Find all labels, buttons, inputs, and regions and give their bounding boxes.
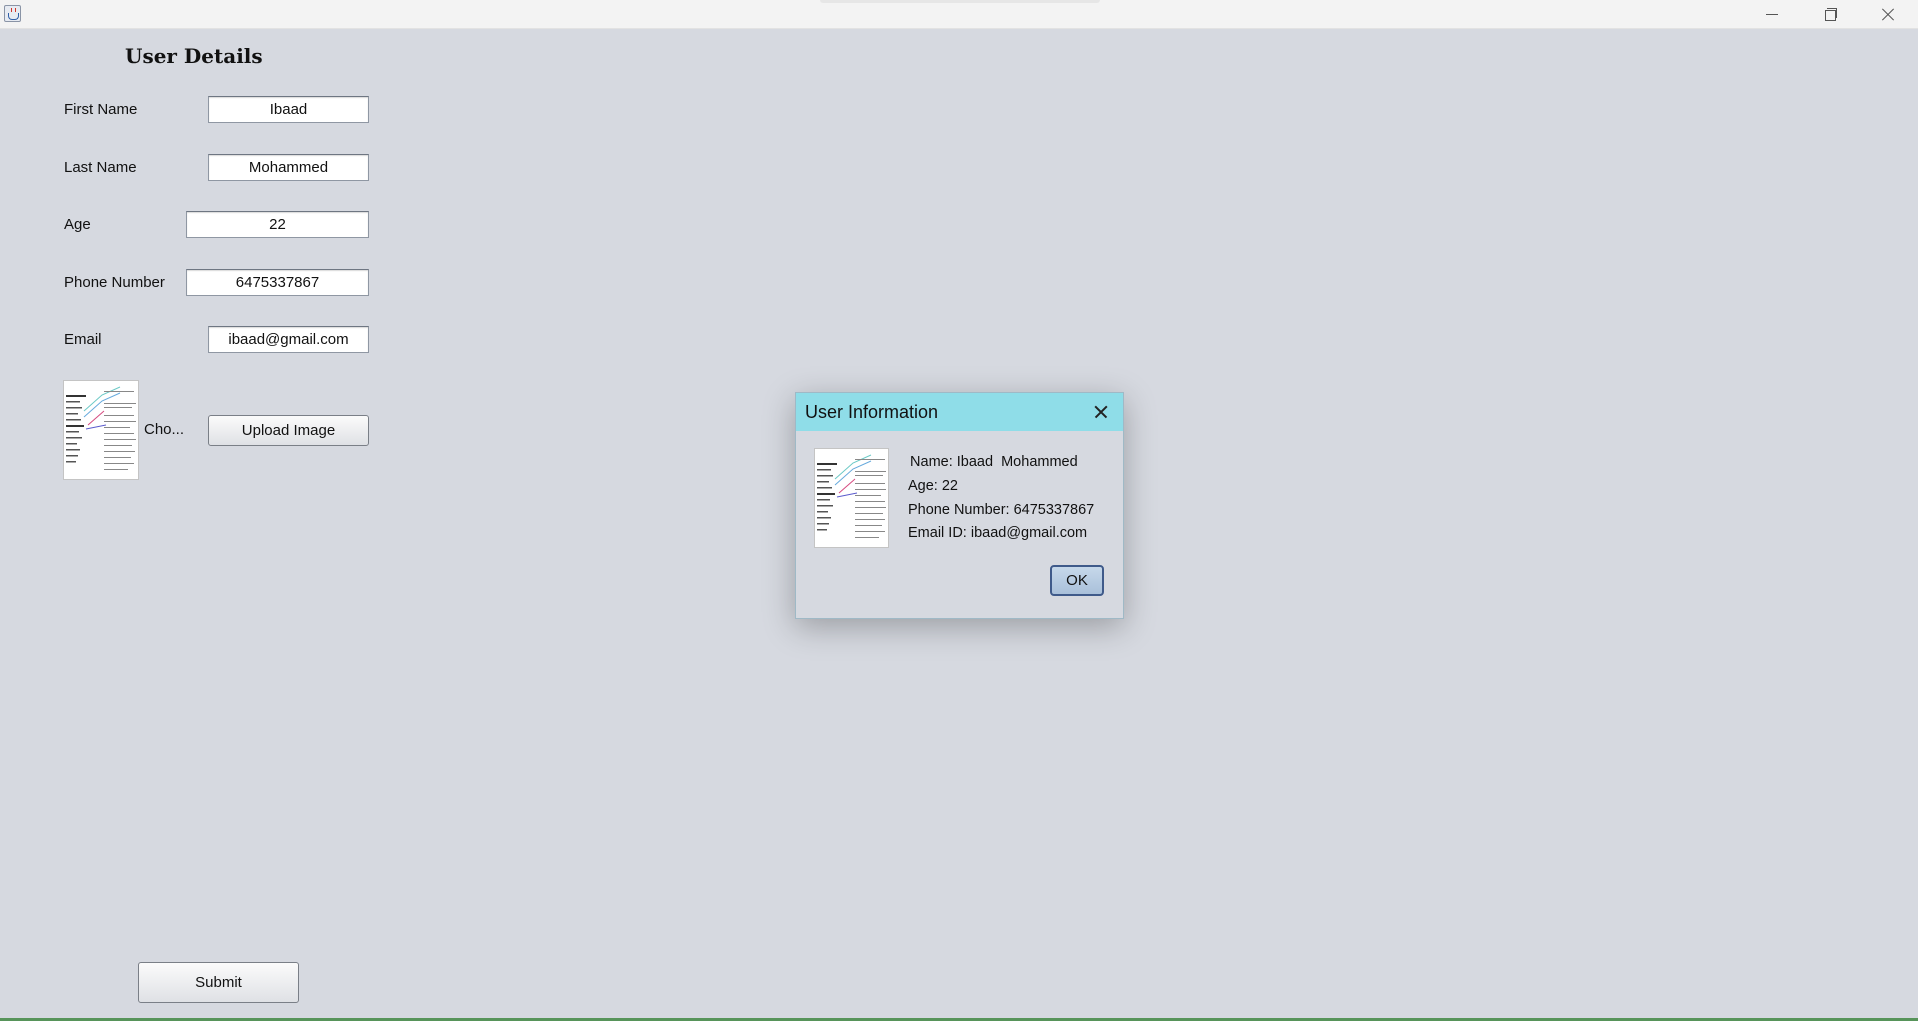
phone-number-label: Phone Number xyxy=(64,274,165,291)
phone-number-field[interactable] xyxy=(186,269,369,296)
dialog-titlebar: User Information xyxy=(796,393,1123,431)
dialog-name-line: Name: Ibaad Mohammed xyxy=(906,454,1078,470)
java-coffee-cup-icon[interactable] xyxy=(4,5,21,22)
window-close-button[interactable] xyxy=(1859,0,1917,29)
dialog-close-button[interactable] xyxy=(1086,398,1116,426)
ok-button[interactable]: OK xyxy=(1050,565,1104,596)
age-field[interactable] xyxy=(186,211,369,238)
age-label: Age xyxy=(64,216,91,233)
dialog-phone-line: Phone Number: 6475337867 xyxy=(908,502,1095,518)
first-name-field[interactable] xyxy=(208,96,369,123)
uploaded-image-thumbnail xyxy=(63,380,139,480)
titlebar-shadow xyxy=(820,0,1100,3)
last-name-label: Last Name xyxy=(64,159,137,176)
page-title: User Details xyxy=(125,44,263,68)
email-label: Email xyxy=(64,331,102,348)
dialog-image-thumbnail xyxy=(814,448,889,548)
close-icon xyxy=(1086,398,1116,426)
dialog-age-line: Age: 22 xyxy=(908,478,958,494)
last-name-field[interactable] xyxy=(208,154,369,181)
close-icon xyxy=(1859,0,1917,29)
dialog-email-line: Email ID: ibaad@gmail.com xyxy=(908,525,1088,541)
restore-button[interactable] xyxy=(1800,0,1858,29)
upload-image-button[interactable]: Upload Image xyxy=(208,415,369,446)
email-field[interactable] xyxy=(208,326,369,353)
minimize-icon xyxy=(1742,0,1800,29)
restore-icon xyxy=(1800,0,1858,29)
submit-button[interactable]: Submit xyxy=(138,962,299,1003)
user-information-dialog: User Information Name: Ibaad Mohammed Ag… xyxy=(795,392,1124,619)
minimize-button[interactable] xyxy=(1742,0,1800,29)
dialog-title: User Information xyxy=(805,402,939,422)
first-name-label: First Name xyxy=(64,101,138,118)
window-titlebar xyxy=(0,0,1918,29)
choose-file-label: Cho... xyxy=(144,421,185,438)
